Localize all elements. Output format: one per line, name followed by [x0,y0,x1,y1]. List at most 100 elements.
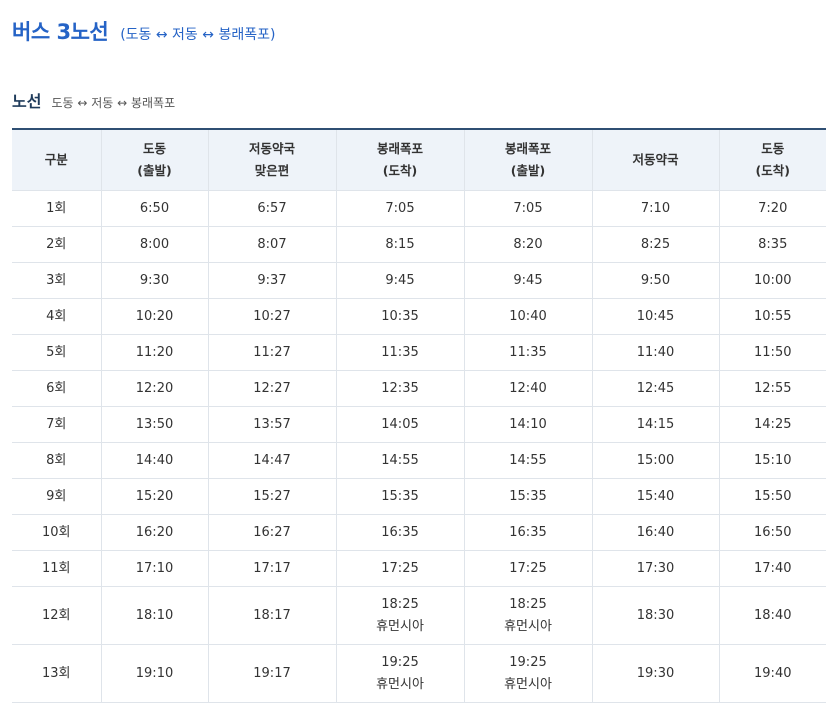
time-cell: 15:35 [335,478,464,515]
time-cell: 16:50 [718,514,826,551]
timetable: 구분 도동 (출발) 저동약국 맞은편 봉래폭포 (도착) 봉래폭포 (출발) 저동약국 도동 (도착… [12,128,826,703]
table-row: 10회 16:20 16:27 16:35 16:35 16:40 16:50 [12,514,826,551]
trip-number-cell: 5회 [12,334,101,371]
cell-value: 19:25 [509,654,547,670]
trip-number-cell: 4회 [12,298,101,335]
time-cell: 17:17 [207,550,336,587]
time-cell: 18:40 [718,586,826,645]
timetable-body: 1회 6:50 6:57 7:05 7:05 7:10 7:20 2회 8:00 8:07 8:15… [12,190,826,703]
column-header: 구분 [12,128,101,191]
time-cell: 19:10 [100,644,208,703]
time-cell: 16:35 [335,514,464,551]
cell-value: 15:50 [754,488,792,504]
cell-value: 11:35 [381,344,419,360]
time-cell: 17:10 [100,550,208,587]
page: 버스 3노선 (도동 ↔ 저동 ↔ 봉래폭포) 노선 도동 ↔ 저동 ↔ 봉래폭… [0,0,835,713]
cell-value: 7회 [46,416,67,432]
section-heading: 노선 도동 ↔ 저동 ↔ 봉래폭포 [12,88,175,112]
cell-value: 16:27 [253,524,291,540]
trip-number-cell: 3회 [12,262,101,299]
cell-value: 8회 [46,452,67,468]
cell-value: 9회 [46,488,67,504]
header-row: 구분 도동 (출발) 저동약국 맞은편 봉래폭포 (도착) 봉래폭포 (출발) 저동약국 도동 (도착… [12,128,826,191]
time-cell: 18:17 [207,586,336,645]
cell-value: 16:35 [381,524,419,540]
cell-value: 18:25 [381,596,419,612]
time-cell: 7:05 [335,190,464,227]
time-cell: 14:47 [207,442,336,479]
cell-value: 14:15 [636,416,675,432]
time-cell: 12:45 [591,370,719,407]
trip-number-cell: 11회 [12,550,101,587]
cell-value: 14:40 [135,452,174,468]
cell-value: 15:00 [636,452,675,468]
time-cell: 6:57 [207,190,336,227]
time-cell: 15:40 [591,478,719,515]
time-cell: 17:40 [718,550,826,587]
cell-value: 9:50 [640,272,671,288]
cell-value: 14:55 [509,452,547,468]
time-cell: 10:40 [463,298,592,335]
cell-value: 6:50 [139,200,170,216]
time-cell: 15:10 [718,442,826,479]
section-route: 도동 ↔ 저동 ↔ 봉래폭포 [51,96,176,110]
cell-value: 9:37 [257,272,287,288]
cell-value: 19:10 [135,665,174,681]
cell-value: 17:17 [253,560,291,576]
cell-value: 7:05 [385,200,415,216]
table-row: 7회 13:50 13:57 14:05 14:10 14:15 14:25 [12,406,826,443]
time-cell: 7:10 [591,190,719,227]
time-cell: 15:50 [718,478,826,515]
cell-value: 5회 [46,344,67,360]
time-cell: 12:40 [463,370,592,407]
cell-value: 6회 [46,380,67,396]
time-cell: 12:27 [207,370,336,407]
time-cell: 17:30 [591,550,719,587]
time-cell: 8:15 [335,226,464,263]
time-cell: 7:20 [718,190,826,227]
time-cell: 19:25 휴먼시아 [463,644,592,703]
cell-value: 18:40 [754,607,792,623]
cell-value: 15:10 [754,452,792,468]
cell-value: 14:05 [381,416,419,432]
time-cell: 13:50 [100,406,208,443]
table-row: 11회 17:10 17:17 17:25 17:25 17:30 17:40 [12,550,826,587]
column-header-line: (도착) [755,163,790,178]
trip-number-cell: 6회 [12,370,101,407]
time-cell: 11:20 [100,334,208,371]
time-cell: 18:25 휴먼시아 [463,586,592,645]
time-cell: 10:55 [718,298,826,335]
cell-value: 10:27 [253,308,291,324]
trip-number-cell: 8회 [12,442,101,479]
table-row: 4회 10:20 10:27 10:35 10:40 10:45 10:55 [12,298,826,335]
cell-value: 16:20 [135,524,174,540]
time-cell: 18:25 휴먼시아 [335,586,464,645]
time-cell: 14:10 [463,406,592,443]
column-header-line: 저동약국 [632,152,679,167]
time-cell: 11:50 [718,334,826,371]
cell-value: 13:50 [135,416,174,432]
cell-value: 14:47 [253,452,291,468]
time-cell: 11:35 [463,334,592,371]
cell-note: 휴먼시아 [376,618,424,634]
cell-value: 12:40 [509,380,547,396]
time-cell: 15:35 [463,478,592,515]
column-header: 봉래폭포 (출발) [463,128,592,191]
time-cell: 14:05 [335,406,464,443]
cell-value: 17:25 [381,560,419,576]
time-cell: 10:27 [207,298,336,335]
column-header-line: (출발) [510,163,546,178]
column-header-line: 저동약국 [248,141,295,156]
cell-note: 휴먼시아 [376,676,424,692]
time-cell: 16:40 [591,514,719,551]
table-row: 3회 9:30 9:37 9:45 9:45 9:50 10:00 [12,262,826,299]
time-cell: 14:40 [100,442,208,479]
cell-value: 14:55 [381,452,419,468]
cell-value: 7:20 [758,200,788,216]
cell-value: 10:35 [381,308,419,324]
cell-value: 13:57 [253,416,291,432]
page-title: 버스 3노선 [12,20,109,44]
time-cell: 8:20 [463,226,592,263]
cell-value: 17:30 [636,560,675,576]
time-cell: 9:45 [463,262,592,299]
